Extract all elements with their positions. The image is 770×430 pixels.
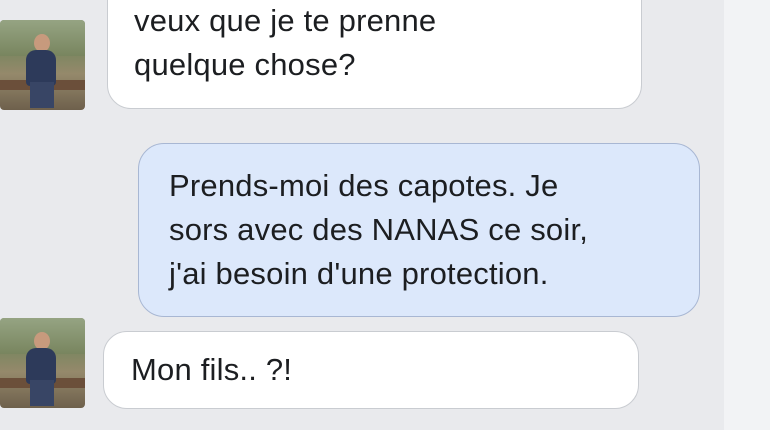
message-text-line: quelque chose? — [134, 47, 356, 82]
message-text-line: sors avec des NANAS ce soir, — [169, 212, 589, 247]
incoming-message-bubble[interactable]: Mon fils.. ?! — [103, 331, 639, 409]
message-text-line: j'ai besoin d'une protection. — [169, 256, 549, 291]
sender-avatar[interactable] — [0, 318, 85, 408]
message-text-line: Prends-moi des capotes. Je — [169, 168, 559, 203]
incoming-message-bubble[interactable]: veux que je te prenne quelque chose? — [107, 0, 642, 109]
scroll-area-edge — [724, 0, 770, 430]
message-text-line: veux que je te prenne — [134, 3, 437, 38]
message-text-line: Mon fils.. ?! — [131, 352, 293, 387]
outgoing-message-bubble[interactable]: Prends-moi des capotes. Je sors avec des… — [138, 143, 700, 317]
sender-avatar[interactable] — [0, 20, 85, 110]
